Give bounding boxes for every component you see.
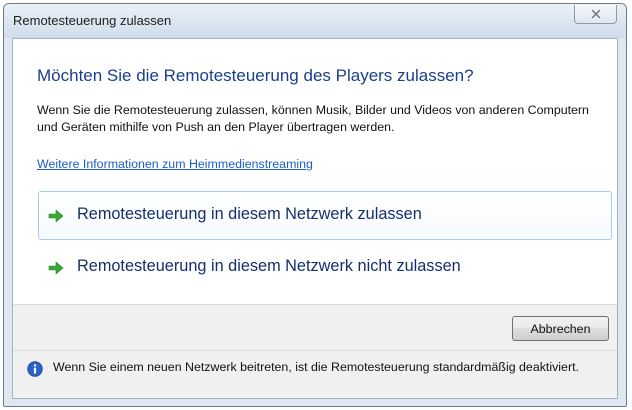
green-arrow-icon [48,261,64,275]
info-link[interactable]: Weitere Informationen zum Heimmedienstre… [37,157,313,171]
window-title: Remotesteuerung zulassen [13,13,172,28]
info-icon [27,361,43,377]
footer-note: Wenn Sie einem neuen Netzwerk beitreten,… [53,360,579,374]
allow-option-label: Remotesteuerung in diesem Netzwerk zulas… [77,205,422,223]
deny-remote-control-option[interactable]: Remotesteuerung in diesem Netzwerk nicht… [38,243,612,292]
description-text: Wenn Sie die Remotesteuerung zulassen, k… [37,103,589,134]
main-panel: Möchten Sie die Remotesteuerung des Play… [13,39,617,304]
main-instruction: Möchten Sie die Remotesteuerung des Play… [37,66,474,85]
deny-option-label: Remotesteuerung in diesem Netzwerk nicht… [77,257,461,275]
close-icon [591,9,600,19]
green-arrow-icon [48,209,64,223]
footer-area: Wenn Sie einem neuen Netzwerk beitreten,… [13,350,617,398]
cancel-button[interactable]: Abbrechen [512,316,609,341]
dialog-window: Remotesteuerung zulassen Möchten Sie die… [3,3,627,407]
title-bar[interactable]: Remotesteuerung zulassen [4,4,626,38]
close-button[interactable] [574,5,617,24]
allow-remote-control-option[interactable]: Remotesteuerung in diesem Netzwerk zulas… [38,191,612,240]
dialog-content: Möchten Sie die Remotesteuerung des Play… [12,38,618,399]
command-area: Abbrechen [13,304,617,350]
